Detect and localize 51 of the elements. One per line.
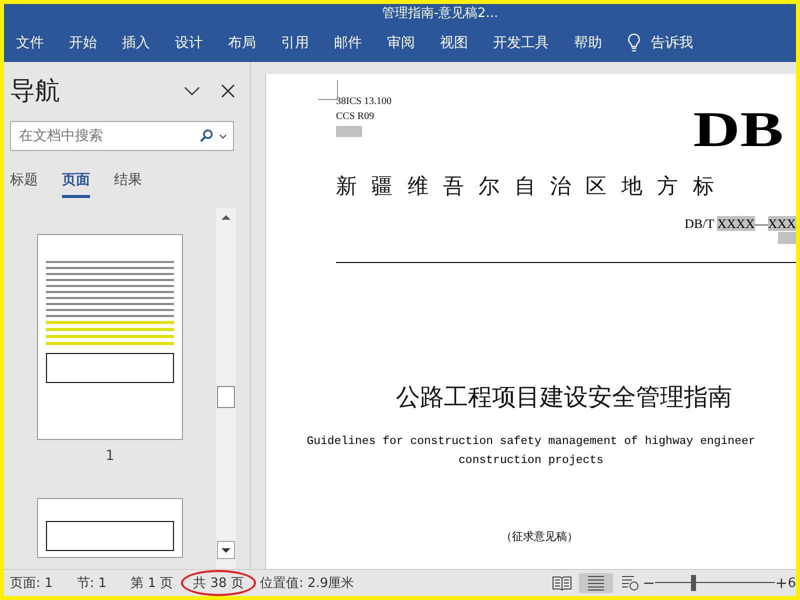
lightbulb-icon — [627, 33, 641, 53]
slider-thumb[interactable] — [691, 575, 696, 591]
pane-tab[interactable]: 页面 — [62, 171, 90, 198]
status-text: 节: 1 — [76, 575, 107, 592]
zoom-out-button[interactable]: − — [642, 574, 656, 592]
ribbon-tab[interactable]: 设计 — [175, 34, 203, 52]
standard-mark: DB — [692, 100, 784, 154]
standard-code: DB/T XXXX—XXX — [684, 216, 796, 232]
status-text: 位置值: 2.9厘米 — [260, 575, 354, 592]
ribbon-tab[interactable]: 文件 — [16, 34, 44, 52]
corner-mark — [318, 80, 338, 100]
tell-me-search[interactable]: 告诉我 — [651, 34, 693, 52]
status-text: 共 38 页 — [183, 572, 254, 594]
status-text: 第 1 页 — [130, 575, 174, 592]
search-box[interactable]: 在文档中搜索 — [10, 121, 234, 151]
scroll-thumb[interactable] — [217, 386, 235, 408]
page-number: 1 — [106, 448, 114, 464]
ribbon-tab[interactable]: 引用 — [281, 34, 309, 52]
ribbon-tab[interactable]: 邮件 — [334, 34, 362, 52]
english-title: Guidelines for construction safety management of highway engineer — [306, 435, 756, 448]
scroll-down-icon[interactable] — [217, 541, 235, 559]
zoom-slider[interactable] — [655, 575, 776, 591]
page-thumbnail[interactable] — [37, 498, 183, 558]
ribbon-tab[interactable]: 审阅 — [387, 34, 415, 52]
zoom-level: 6 — [788, 576, 796, 590]
ribbon-tab[interactable]: 开始 — [69, 34, 97, 52]
pane-tab[interactable]: 结果 — [114, 171, 142, 198]
draft-note: （征求意见稿） — [501, 529, 579, 544]
close-icon[interactable] — [220, 84, 236, 98]
ribbon-tab[interactable]: 视图 — [440, 34, 468, 52]
ics-code: 38ICS 13.100 — [336, 96, 393, 107]
pane-tab[interactable]: 标题 — [10, 171, 38, 198]
ribbon-tab[interactable]: 插入 — [122, 34, 150, 52]
pane-title: 导航 — [10, 75, 61, 107]
document-title: 公路工程项目建设安全管理指南 — [396, 382, 733, 413]
status-text: 页面: 1 — [10, 575, 53, 592]
region-title: 新 疆 维 吾 尔 自 治 区 地 方 标 — [336, 173, 715, 200]
scrollbar[interactable] — [216, 208, 236, 569]
highlight-block — [336, 126, 362, 137]
ribbon-tab[interactable]: 帮助 — [574, 34, 602, 52]
ccs-code: CCS R09 — [336, 111, 376, 122]
page-thumbnail[interactable] — [37, 234, 183, 440]
caret-icon[interactable] — [219, 134, 227, 138]
page-lines-icon[interactable] — [578, 573, 613, 593]
zoom-in-button[interactable]: + — [775, 574, 788, 592]
ribbon-tab[interactable]: 布局 — [228, 34, 256, 52]
english-title: construction projects — [458, 454, 604, 467]
window-title: 管理指南-意见稿2... — [380, 5, 498, 22]
search-field[interactable]: 在文档中搜索 — [17, 127, 199, 145]
ribbon-tab[interactable]: 开发工具 — [493, 34, 549, 52]
search-icon[interactable] — [199, 129, 215, 143]
